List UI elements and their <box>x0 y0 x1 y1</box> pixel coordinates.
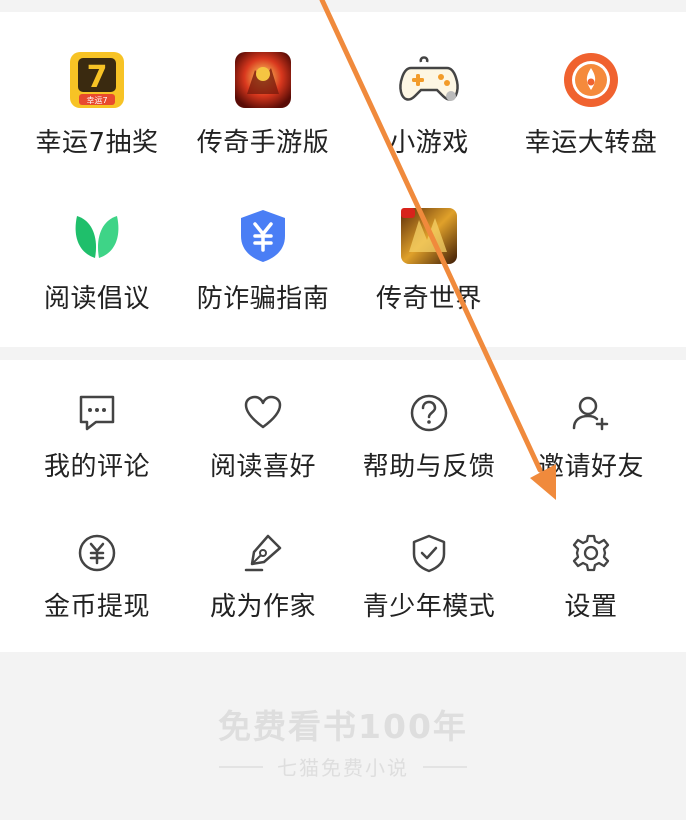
apps-section: 7 幸运7 幸运7抽奖 传奇手游版 小游戏 幸运大转盘 阅读倡议 防诈骗指南 传… <box>0 12 686 347</box>
app-label: 幸运7抽奖 <box>35 128 159 158</box>
tool-label: 邀请好友 <box>537 452 644 482</box>
tool-settings[interactable]: 设置 <box>506 530 676 623</box>
app-label: 传奇世界 <box>375 284 482 314</box>
add-user-icon <box>568 390 614 436</box>
app-anti-fraud-guide[interactable]: 防诈骗指南 <box>178 204 348 315</box>
app-mini-games[interactable]: 小游戏 <box>344 48 514 159</box>
tools-section: 我的评论 阅读喜好 帮助与反馈 邀请好友 金币提现 成为作家 青少年模式 设置 <box>0 360 686 652</box>
gear-icon <box>568 530 614 576</box>
app-label: 幸运大转盘 <box>524 128 658 158</box>
app-label: 传奇手游版 <box>196 128 330 158</box>
tool-reading-preferences[interactable]: 阅读喜好 <box>178 390 348 483</box>
heart-icon <box>240 390 286 436</box>
tool-label: 金币提现 <box>43 592 150 622</box>
tool-label: 帮助与反馈 <box>362 452 496 482</box>
app-label: 阅读倡议 <box>43 284 150 314</box>
legend-world-icon <box>397 204 461 268</box>
tool-label: 青少年模式 <box>362 592 496 622</box>
legend-game-icon <box>231 48 295 112</box>
tool-become-writer[interactable]: 成为作家 <box>178 530 348 623</box>
tool-teen-mode[interactable]: 青少年模式 <box>344 530 514 623</box>
comment-icon <box>74 390 120 436</box>
tool-label: 阅读喜好 <box>209 452 316 482</box>
footer-slogan: 免费看书100年 七猫免费小说 <box>0 700 686 781</box>
lucky-seven-badge: 幸运7 <box>86 96 107 105</box>
leaf-icon <box>65 204 129 268</box>
app-legend-mobile[interactable]: 传奇手游版 <box>178 48 348 159</box>
pen-icon <box>240 530 286 576</box>
divider-left <box>219 765 263 768</box>
app-reading-initiative[interactable]: 阅读倡议 <box>12 204 182 315</box>
tool-label: 我的评论 <box>43 452 150 482</box>
tool-my-comments[interactable]: 我的评论 <box>12 390 182 483</box>
tool-invite-friends[interactable]: 邀请好友 <box>506 390 676 483</box>
app-label: 防诈骗指南 <box>196 284 330 314</box>
gamepad-icon <box>397 48 461 112</box>
tool-help-feedback[interactable]: 帮助与反馈 <box>344 390 514 483</box>
lucky-seven-icon: 7 幸运7 <box>65 48 129 112</box>
coin-yuan-icon <box>74 530 120 576</box>
tool-coin-withdrawal[interactable]: 金币提现 <box>12 530 182 623</box>
shield-yuan-icon <box>231 204 295 268</box>
help-icon <box>406 390 452 436</box>
app-lucky-wheel[interactable]: 幸运大转盘 <box>506 48 676 159</box>
app-legend-world[interactable]: 传奇世界 <box>344 204 514 315</box>
divider-right <box>423 765 467 768</box>
shield-check-icon <box>406 530 452 576</box>
slogan-text: 免费看书100年 <box>218 707 468 746</box>
svg-text:7: 7 <box>87 60 108 95</box>
brand-text: 七猫免费小说 <box>277 756 409 780</box>
tool-label: 成为作家 <box>209 592 316 622</box>
lucky-wheel-icon <box>559 48 623 112</box>
app-label: 小游戏 <box>389 128 469 158</box>
app-lucky-seven[interactable]: 7 幸运7 幸运7抽奖 <box>12 48 182 159</box>
tool-label: 设置 <box>564 592 618 622</box>
